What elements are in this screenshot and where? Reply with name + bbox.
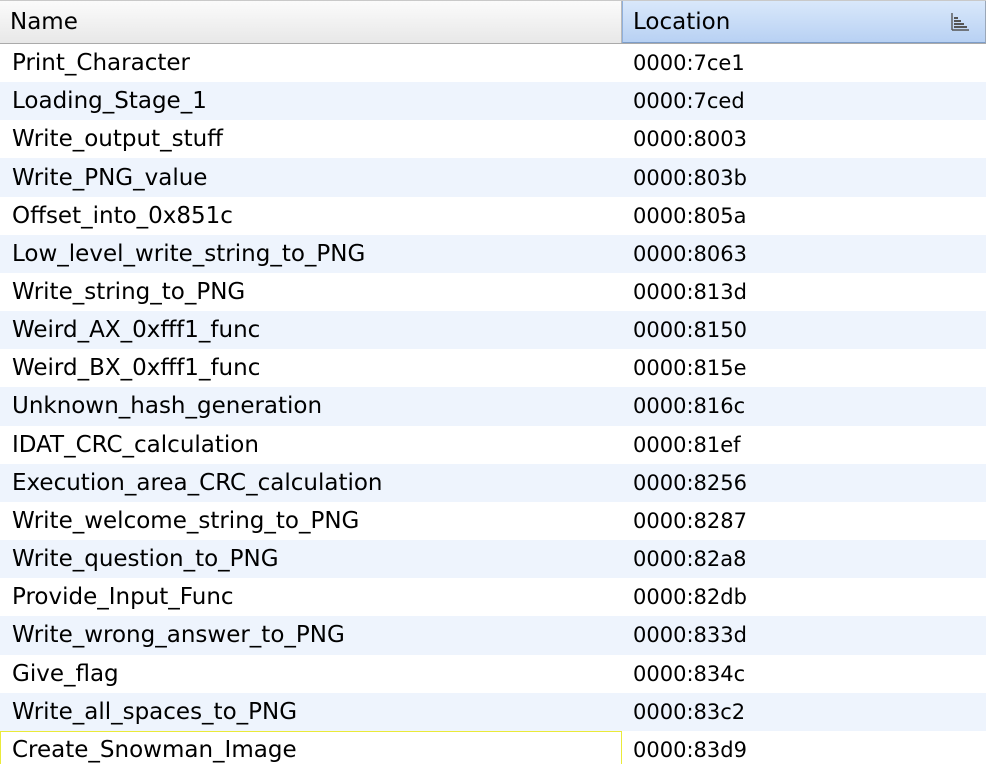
cell-location: 0000:813d: [633, 280, 747, 305]
table-row[interactable]: Write_output_stuff 0000:8003: [0, 120, 986, 159]
table-row[interactable]: Weird_AX_0xfff1_func 0000:8150: [0, 311, 986, 350]
cell-name: Write_PNG_value: [12, 164, 208, 191]
cell-name: Low_level_write_string_to_PNG: [12, 240, 366, 267]
cell-location: 0000:81ef: [633, 432, 741, 457]
cell-location: 0000:8063: [633, 241, 747, 266]
table-row[interactable]: Low_level_write_string_to_PNG 0000:8063: [0, 234, 986, 273]
cell-location: 0000:7ced: [633, 89, 745, 114]
cell-name: Execution_area_CRC_calculation: [12, 469, 383, 496]
table-row[interactable]: Execution_area_CRC_calculation 0000:8256: [0, 463, 986, 502]
cell-name: Write_question_to_PNG: [12, 546, 279, 573]
cell-name: Give_flag: [12, 660, 119, 687]
table-row[interactable]: Offset_into_0x851c 0000:805a: [0, 196, 986, 235]
cell-name: Offset_into_0x851c: [12, 202, 233, 229]
table-row[interactable]: Write_all_spaces_to_PNG 0000:83c2: [0, 692, 986, 731]
table-row[interactable]: Weird_BX_0xfff1_func 0000:815e: [0, 349, 986, 388]
cell-name: Write_string_to_PNG: [12, 279, 246, 306]
column-header-location-label: Location: [633, 8, 731, 35]
column-header-name[interactable]: Name: [0, 1, 622, 43]
cell-location: 0000:83d9: [633, 737, 747, 762]
cell-name: Write_output_stuff: [12, 126, 224, 153]
cell-location: 0000:8150: [633, 318, 747, 343]
cell-name: Unknown_hash_generation: [12, 393, 323, 420]
cell-name: Weird_BX_0xfff1_func: [12, 355, 261, 382]
table-row[interactable]: Write_wrong_answer_to_PNG 0000:833d: [0, 616, 986, 655]
table-row[interactable]: Create_Snowman_Image 0000:83d9: [0, 730, 986, 764]
table-row[interactable]: Write_welcome_string_to_PNG 0000:8287: [0, 501, 986, 541]
table-row[interactable]: Provide_Input_Func 0000:82db: [0, 578, 986, 617]
table-body: Print_Character 0000:7ce1 Loading_Stage_1 0…: [0, 44, 986, 764]
cell-name: Provide_Input_Func: [12, 584, 234, 611]
column-header-location[interactable]: Location: [622, 1, 986, 43]
cell-name: IDAT_CRC_calculation: [12, 431, 259, 458]
sort-ascending-icon[interactable]: [949, 11, 971, 33]
column-header-name-label: Name: [10, 9, 78, 35]
table-row[interactable]: Unknown_hash_generation 0000:816c: [0, 387, 986, 426]
table-row[interactable]: Write_question_to_PNG 0000:82a8: [0, 540, 986, 579]
cell-location: 0000:834c: [633, 661, 746, 686]
cell-name: Weird_AX_0xfff1_func: [12, 317, 261, 344]
cell-location: 0000:816c: [633, 394, 746, 419]
cell-name: Write_welcome_string_to_PNG: [12, 507, 360, 534]
table-row[interactable]: Loading_Stage_1 0000:7ced: [0, 82, 986, 121]
table-header: Name Location: [0, 0, 986, 44]
table-row[interactable]: Give_flag 0000:834c: [0, 654, 986, 693]
cell-location: 0000:8003: [633, 127, 747, 152]
cell-location: 0000:815e: [633, 356, 747, 381]
cell-name: Write_all_spaces_to_PNG: [12, 698, 298, 725]
symbol-table: Name Location Print_Character 0000:7ce1 Lo…: [0, 0, 986, 764]
table-row[interactable]: IDAT_CRC_calculation 0000:81ef: [0, 425, 986, 464]
cell-location: 0000:8287: [633, 508, 747, 533]
cell-name: Loading_Stage_1: [12, 88, 207, 115]
cell-location: 0000:803b: [633, 165, 747, 190]
cell-location: 0000:82db: [633, 585, 747, 610]
table-row[interactable]: Write_PNG_value 0000:803b: [0, 158, 986, 197]
cell-name: Print_Character: [12, 50, 190, 77]
cell-location: 0000:833d: [633, 623, 747, 648]
cell-name: Create_Snowman_Image: [0, 730, 622, 764]
table-row[interactable]: Print_Character 0000:7ce1: [0, 44, 986, 83]
cell-location: 0000:8256: [633, 470, 747, 495]
cell-location: 0000:83c2: [633, 699, 746, 724]
cell-location: 0000:805a: [633, 203, 747, 228]
cell-location: 0000:82a8: [633, 547, 747, 572]
table-row[interactable]: Write_string_to_PNG 0000:813d: [0, 272, 986, 312]
cell-name: Write_wrong_answer_to_PNG: [12, 622, 345, 649]
cell-location: 0000:7ce1: [633, 51, 745, 76]
